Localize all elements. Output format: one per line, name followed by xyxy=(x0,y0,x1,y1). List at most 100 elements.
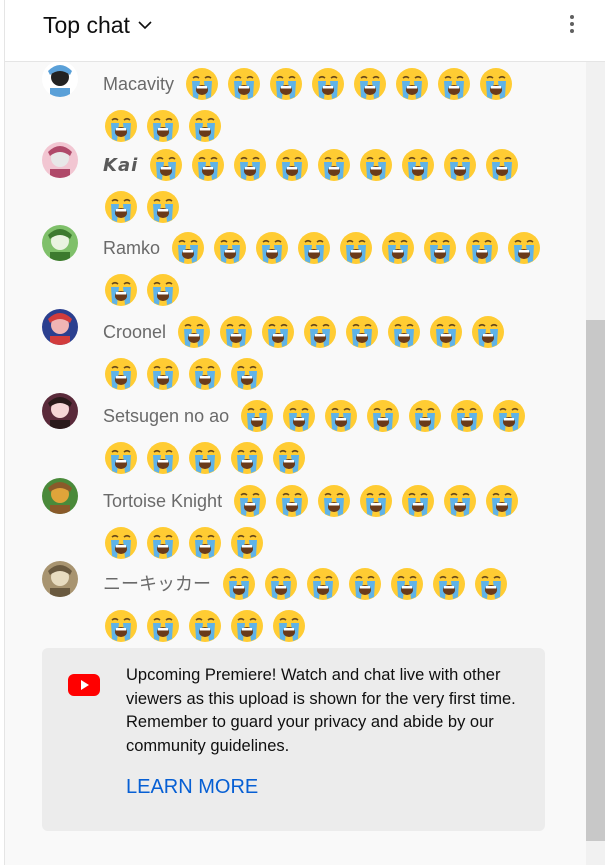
loudly-crying-face-icon xyxy=(189,110,221,142)
loudly-crying-face-icon xyxy=(391,567,423,600)
loudly-crying-face-icon xyxy=(105,358,137,390)
chat-mode-dropdown[interactable]: Top chat xyxy=(43,10,152,40)
avatar-ramko[interactable] xyxy=(42,225,78,261)
loudly-crying-face-icon xyxy=(231,358,263,390)
author-name[interactable]: ニーキッカー xyxy=(103,574,211,594)
loudly-crying-face-icon xyxy=(231,527,263,559)
author-name[interactable]: Tortoise Knight xyxy=(103,491,222,511)
loudly-crying-face-icon xyxy=(433,567,465,600)
avatar-croonel[interactable] xyxy=(42,309,78,345)
loudly-crying-face-icon xyxy=(265,567,297,600)
author-name[interactable]: 𝙆𝙖𝙞 xyxy=(103,155,138,175)
loudly-crying-face-icon xyxy=(340,231,373,264)
loudly-crying-face-icon xyxy=(172,231,205,264)
loudly-crying-face-icon xyxy=(367,399,400,432)
avatar-nikicker[interactable] xyxy=(42,561,78,597)
loudly-crying-face-icon xyxy=(234,148,267,181)
loudly-crying-face-icon xyxy=(147,527,179,559)
loudly-crying-face-icon xyxy=(444,484,477,517)
loudly-crying-face-icon xyxy=(234,484,267,517)
loudly-crying-face-icon xyxy=(276,148,309,181)
loudly-crying-face-icon xyxy=(150,148,183,181)
avatar-setsugen[interactable] xyxy=(42,393,78,429)
loudly-crying-face-icon xyxy=(147,358,179,390)
loudly-crying-face-icon xyxy=(147,191,179,223)
loudly-crying-face-icon xyxy=(105,610,137,642)
loudly-crying-face-icon xyxy=(409,399,442,432)
loudly-crying-face-icon xyxy=(312,67,345,100)
chat-mode-label: Top chat xyxy=(43,11,130,38)
loudly-crying-face-icon xyxy=(147,610,179,642)
chat-header: Top chat xyxy=(5,0,605,62)
loudly-crying-face-icon xyxy=(231,610,263,642)
loudly-crying-face-icon xyxy=(214,231,247,264)
loudly-crying-face-icon xyxy=(451,399,484,432)
loudly-crying-face-icon xyxy=(304,315,337,348)
loudly-crying-face-icon xyxy=(105,110,137,142)
scrollbar-thumb[interactable] xyxy=(586,320,605,841)
loudly-crying-face-icon xyxy=(231,442,263,474)
loudly-crying-face-icon xyxy=(438,67,471,100)
loudly-crying-face-icon xyxy=(307,567,339,600)
loudly-crying-face-icon xyxy=(105,191,137,223)
loudly-crying-face-icon xyxy=(430,315,463,348)
loudly-crying-face-icon xyxy=(325,399,358,432)
loudly-crying-face-icon xyxy=(105,274,137,306)
loudly-crying-face-icon xyxy=(147,442,179,474)
author-name[interactable]: Macavity xyxy=(103,74,174,94)
loudly-crying-face-icon xyxy=(388,315,421,348)
loudly-crying-face-icon xyxy=(318,484,351,517)
avatar-tortoise[interactable] xyxy=(42,478,78,514)
avatar-kai[interactable] xyxy=(42,142,78,178)
loudly-crying-face-icon xyxy=(189,358,221,390)
loudly-crying-face-icon xyxy=(444,148,477,181)
loudly-crying-face-icon xyxy=(283,399,316,432)
chat-scrollbar[interactable] xyxy=(586,62,605,865)
loudly-crying-face-icon xyxy=(270,67,303,100)
author-name[interactable]: Ramko xyxy=(103,238,160,258)
loudly-crying-face-icon xyxy=(105,442,137,474)
loudly-crying-face-icon xyxy=(396,67,429,100)
learn-more-link[interactable]: LEARN MORE xyxy=(126,776,258,799)
loudly-crying-face-icon xyxy=(486,148,519,181)
loudly-crying-face-icon xyxy=(147,274,179,306)
loudly-crying-face-icon xyxy=(475,567,507,600)
youtube-logo-icon xyxy=(68,674,100,696)
avatar-macavity[interactable] xyxy=(42,62,78,97)
loudly-crying-face-icon xyxy=(262,315,295,348)
chevron-down-icon xyxy=(138,21,152,30)
live-chat-panel: Top chat Macavity 𝙆𝙖𝙞 Ramko Croonel Sets… xyxy=(4,0,605,865)
author-name[interactable]: Croonel xyxy=(103,322,166,342)
loudly-crying-face-icon xyxy=(360,484,393,517)
premiere-notice-text: Upcoming Premiere! Watch and chat live w… xyxy=(126,666,516,755)
loudly-crying-face-icon xyxy=(189,442,221,474)
loudly-crying-face-icon xyxy=(192,148,225,181)
loudly-crying-face-icon xyxy=(186,67,219,100)
loudly-crying-face-icon xyxy=(360,148,393,181)
loudly-crying-face-icon xyxy=(105,527,137,559)
loudly-crying-face-icon xyxy=(298,231,331,264)
loudly-crying-face-icon xyxy=(472,315,505,348)
loudly-crying-face-icon xyxy=(189,527,221,559)
loudly-crying-face-icon xyxy=(223,567,255,600)
loudly-crying-face-icon xyxy=(382,231,415,264)
loudly-crying-face-icon xyxy=(178,315,211,348)
loudly-crying-face-icon xyxy=(493,399,526,432)
loudly-crying-face-icon xyxy=(508,231,541,264)
loudly-crying-face-icon xyxy=(241,399,274,432)
loudly-crying-face-icon xyxy=(273,610,305,642)
loudly-crying-face-icon xyxy=(256,231,289,264)
loudly-crying-face-icon xyxy=(273,442,305,474)
author-name[interactable]: Setsugen no ao xyxy=(103,406,229,426)
loudly-crying-face-icon xyxy=(220,315,253,348)
loudly-crying-face-icon xyxy=(228,67,261,100)
more-options-icon[interactable] xyxy=(567,12,577,40)
loudly-crying-face-icon xyxy=(147,110,179,142)
loudly-crying-face-icon xyxy=(402,148,435,181)
loudly-crying-face-icon xyxy=(402,484,435,517)
loudly-crying-face-icon xyxy=(486,484,519,517)
loudly-crying-face-icon xyxy=(480,67,513,100)
premiere-notice-banner: Upcoming Premiere! Watch and chat live w… xyxy=(42,648,545,831)
loudly-crying-face-icon xyxy=(466,231,499,264)
loudly-crying-face-icon xyxy=(424,231,457,264)
